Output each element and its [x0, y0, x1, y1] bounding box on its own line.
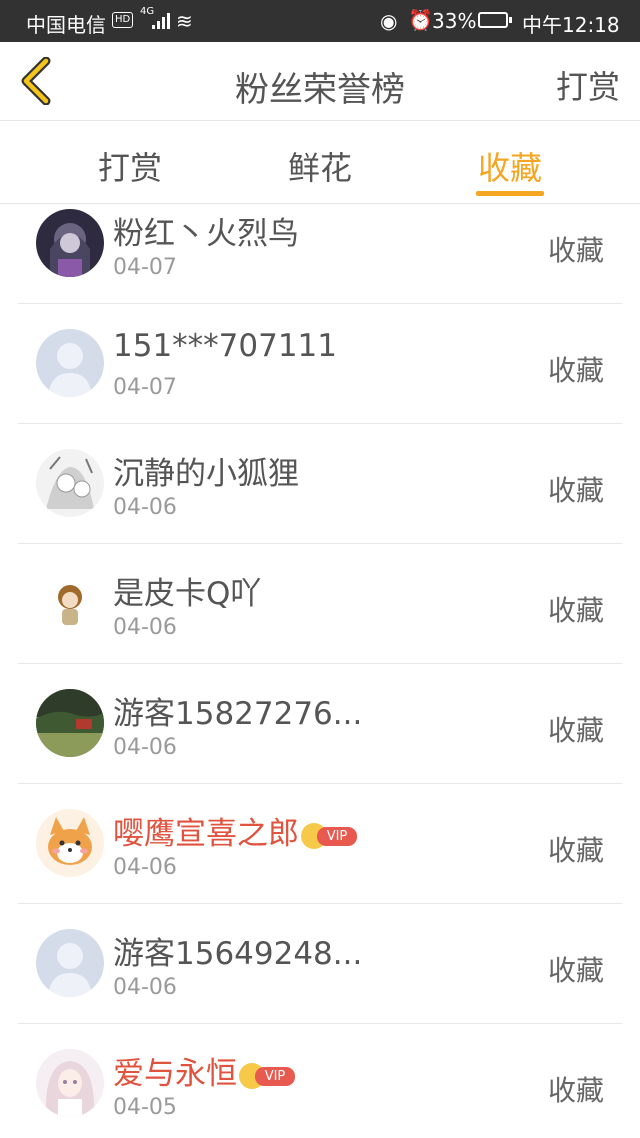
- girl-avatar-icon: [36, 1049, 104, 1117]
- tip-button[interactable]: 打赏: [556, 62, 620, 108]
- fan-action-label: 收藏: [547, 954, 604, 987]
- avatar: [36, 809, 104, 877]
- battery-percent: 33%: [432, 9, 477, 33]
- page-title: 粉丝荣誉榜: [235, 70, 405, 110]
- avatar: [36, 449, 104, 517]
- avatar: [36, 929, 104, 997]
- alarm-icon: ⏰: [408, 8, 433, 32]
- vip-badge: VIP: [301, 822, 359, 849]
- active-tab-indicator: [476, 191, 544, 196]
- fan-list: 粉红丶火烈鸟 04-07 收藏 151***707111 04-07 收藏 沉静…: [0, 204, 640, 1138]
- fan-name: 嘤鹰宣喜之郎: [113, 816, 299, 852]
- list-item[interactable]: 游客15649248... 04-06 收藏: [0, 904, 640, 1024]
- avatar: [36, 1049, 104, 1117]
- list-item[interactable]: 爱与永恒 VIP 04-05 收藏: [0, 1024, 640, 1138]
- tab-favorites[interactable]: 收藏: [478, 143, 542, 189]
- list-item[interactable]: 游客15827276... 04-06 收藏: [0, 664, 640, 784]
- fan-date: 04-07: [113, 255, 177, 280]
- status-bar: 中国电信 HD 4G ≋ ◉ ⏰ 33% 中午12:18: [0, 0, 640, 42]
- fan-name-row: 爱与永恒 VIP: [113, 1048, 297, 1093]
- avatar: [36, 329, 104, 397]
- chibi-avatar-icon: [36, 569, 104, 637]
- fan-date: 04-06: [113, 495, 177, 520]
- vip-badge: VIP: [239, 1062, 297, 1089]
- battery-icon: [478, 12, 512, 28]
- fan-name: 游客15649248...: [113, 936, 363, 972]
- eye-icon: ◉: [380, 9, 398, 33]
- fan-action-label: 收藏: [547, 474, 604, 507]
- fan-name: 爱与永恒: [113, 1056, 237, 1092]
- fan-name: 游客15827276...: [113, 696, 363, 732]
- avatar: [36, 569, 104, 637]
- avatar: [36, 689, 104, 757]
- fan-action-label: 收藏: [547, 354, 604, 387]
- shiba-avatar-icon: [36, 809, 104, 877]
- sketch-avatar-icon: [36, 449, 104, 517]
- fan-name: 151***707111: [113, 328, 338, 364]
- default-avatar-icon: [36, 329, 104, 397]
- carrier-label: 中国电信: [26, 13, 106, 37]
- nav-bar: 粉丝荣誉榜 打赏: [0, 42, 640, 121]
- list-item[interactable]: 是皮卡Q吖 04-06 收藏: [0, 544, 640, 664]
- anime-avatar-icon: [36, 209, 104, 277]
- vip-badge-label: VIP: [255, 1066, 295, 1086]
- fan-name: 粉红丶火烈鸟: [113, 216, 299, 252]
- fan-date: 04-07: [113, 375, 177, 400]
- fan-action-label: 收藏: [547, 1074, 604, 1107]
- signal-icon: [152, 13, 170, 29]
- fan-date: 04-06: [113, 615, 177, 640]
- fan-action-label: 收藏: [547, 714, 604, 747]
- clock: 中午12:18: [522, 13, 620, 37]
- fan-date: 04-06: [113, 735, 177, 760]
- fan-action-label: 收藏: [547, 594, 604, 627]
- hd-badge: HD: [112, 12, 134, 28]
- wifi-icon: ≋: [176, 9, 193, 33]
- list-item[interactable]: 嘤鹰宣喜之郎 VIP 04-06 收藏: [0, 784, 640, 904]
- vip-badge-label: VIP: [317, 826, 357, 846]
- default-avatar-icon: [36, 929, 104, 997]
- tab-bar: 打赏 鲜花 收藏: [0, 121, 640, 204]
- list-item[interactable]: 沉静的小狐狸 04-06 收藏: [0, 424, 640, 544]
- fan-name: 是皮卡Q吖: [113, 576, 262, 612]
- fan-date: 04-05: [113, 1095, 177, 1120]
- fan-date: 04-06: [113, 975, 177, 1000]
- list-item[interactable]: 151***707111 04-07 收藏: [0, 304, 640, 424]
- list-item[interactable]: 粉红丶火烈鸟 04-07 收藏: [0, 204, 640, 304]
- fan-action-label: 收藏: [547, 234, 604, 267]
- fan-date: 04-06: [113, 855, 177, 880]
- fan-name: 沉静的小狐狸: [113, 456, 299, 492]
- avatar: [36, 209, 104, 277]
- fan-name-row: 嘤鹰宣喜之郎 VIP: [113, 808, 359, 853]
- fan-action-label: 收藏: [547, 834, 604, 867]
- tab-tip[interactable]: 打赏: [98, 143, 162, 189]
- tab-flowers[interactable]: 鲜花: [288, 143, 352, 189]
- landscape-avatar-icon: [36, 689, 104, 757]
